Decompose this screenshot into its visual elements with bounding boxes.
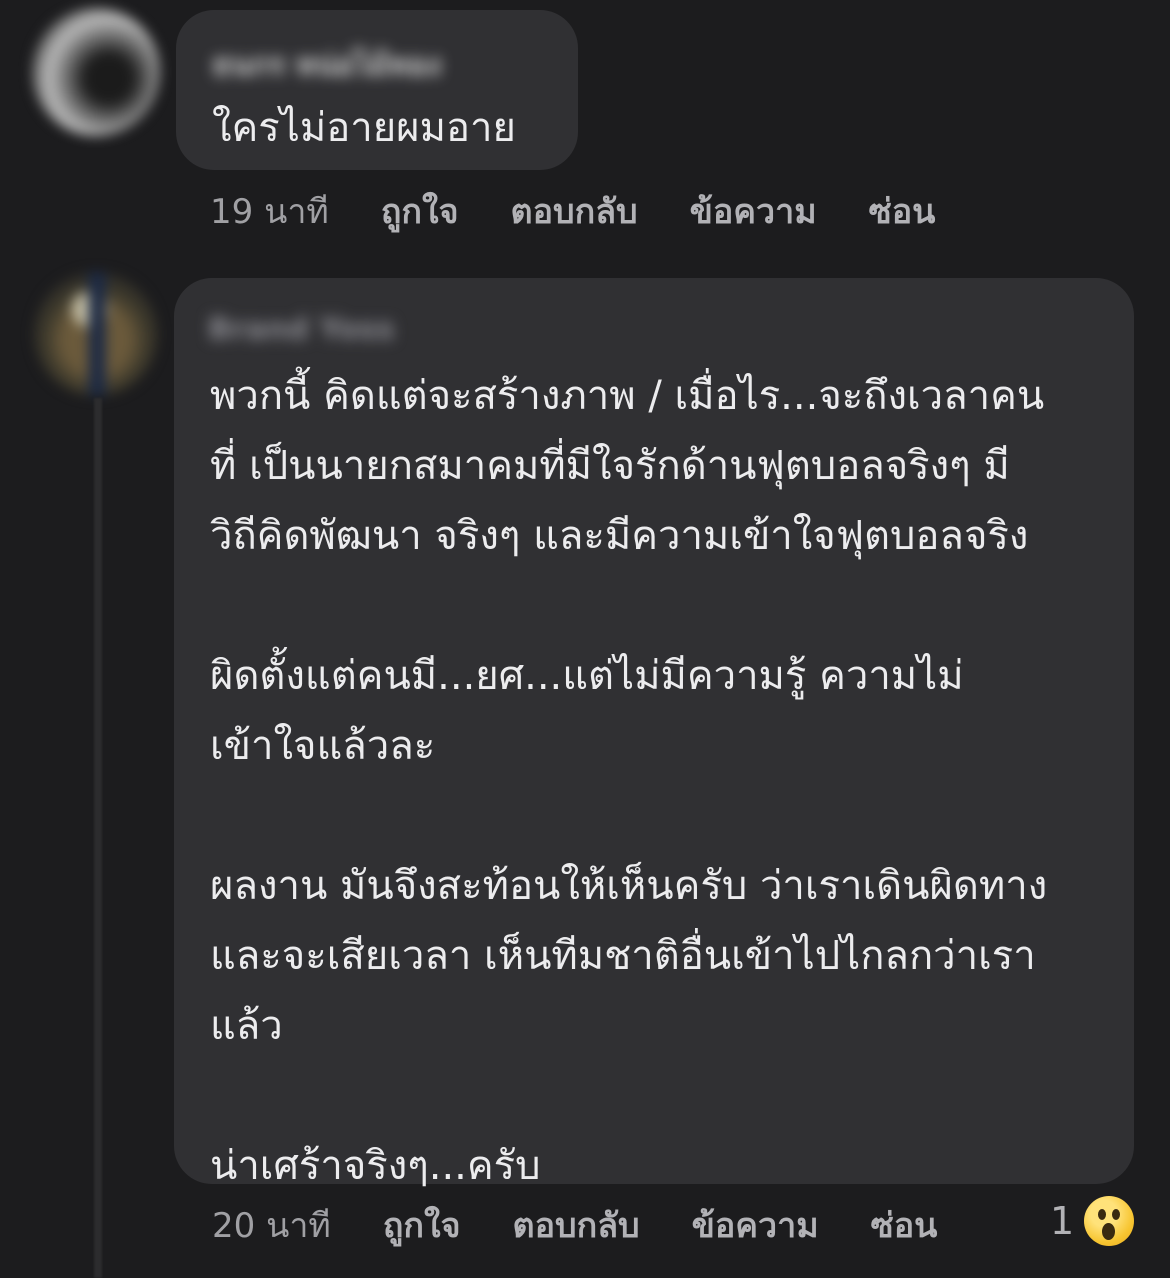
paragraph-break — [210, 1076, 1047, 1116]
paragraph-break — [210, 796, 1047, 836]
comment-bubble: ธนกร หน่อไม้ทอง ใครไม่อายผมอาย — [176, 10, 578, 170]
message-button[interactable]: ข้อความ — [690, 184, 817, 238]
comment-actions: 19 นาที ถูกใจ ตอบกลับ ข้อความ ซ่อน — [210, 186, 935, 236]
comment-line: วิถีคิดพัฒนา จริงๆ และมีความเข้าใจฟุตบอล… — [210, 513, 1029, 559]
comment-text: ใครไม่อายผมอาย — [212, 108, 516, 178]
like-button[interactable]: ถูกใจ — [383, 1198, 461, 1252]
like-button[interactable]: ถูกใจ — [381, 184, 459, 238]
reply-button[interactable]: ตอบกลับ — [511, 184, 638, 238]
comment-timestamp[interactable]: 20 นาที — [212, 1198, 331, 1252]
commenter-name[interactable]: Brand Yoss — [208, 312, 394, 347]
comment-line: แล้ว — [210, 1003, 283, 1049]
commenter-name[interactable]: ธนกร หน่อไม้ทอง — [212, 42, 441, 89]
comment-line: ที่ เป็นนายกสมาคมที่มีใจรักด้านฟุตบอลจริ… — [210, 443, 1010, 489]
wow-emoji-icon — [1084, 1196, 1135, 1246]
comment-line: พวกนี้ คิดแต่จะสร้างภาพ / เมื่อไร...จะถึ… — [210, 373, 1045, 419]
paragraph-break — [210, 586, 1047, 626]
reaction-summary[interactable]: 1 — [1050, 1196, 1135, 1246]
commenter-avatar[interactable] — [32, 8, 160, 136]
comment-text: พวกนี้ คิดแต่จะสร้างภาพ / เมื่อไร...จะถึ… — [210, 376, 1047, 1216]
reply-button[interactable]: ตอบกลับ — [513, 1198, 640, 1252]
comment-line: เข้าใจแล้วละ — [210, 723, 436, 769]
hide-button[interactable]: ซ่อน — [871, 1198, 938, 1252]
comment-timestamp[interactable]: 19 นาที — [210, 184, 329, 238]
comment-bubble: Brand Yoss พวกนี้ คิดแต่จะสร้างภาพ / เมื… — [174, 278, 1134, 1186]
comment-line: ผลงาน มันจึงสะท้อนให้เห็นครับ ว่าเราเดิน… — [210, 863, 1048, 909]
hide-button[interactable]: ซ่อน — [869, 184, 936, 238]
comment-line: ผิดตั้งแต่คนมี...ยศ...แต่ไม่มีความรู้ คว… — [210, 653, 964, 699]
message-button[interactable]: ข้อความ — [692, 1198, 819, 1252]
comment-actions: 20 นาที ถูกใจ ตอบกลับ ข้อความ ซ่อน — [212, 1200, 937, 1250]
comment-line: ใครไม่อายผมอาย — [212, 105, 516, 151]
commenter-avatar[interactable] — [34, 272, 158, 396]
reaction-count: 1 — [1050, 1199, 1075, 1243]
thread-line — [94, 398, 102, 1278]
comment-line: น่าเศร้าจริงๆ...ครับ — [210, 1143, 541, 1189]
comment-line: และจะเสียเวลา เห็นทีมชาติอื่นเข้าไปไกลกว… — [210, 933, 1036, 979]
